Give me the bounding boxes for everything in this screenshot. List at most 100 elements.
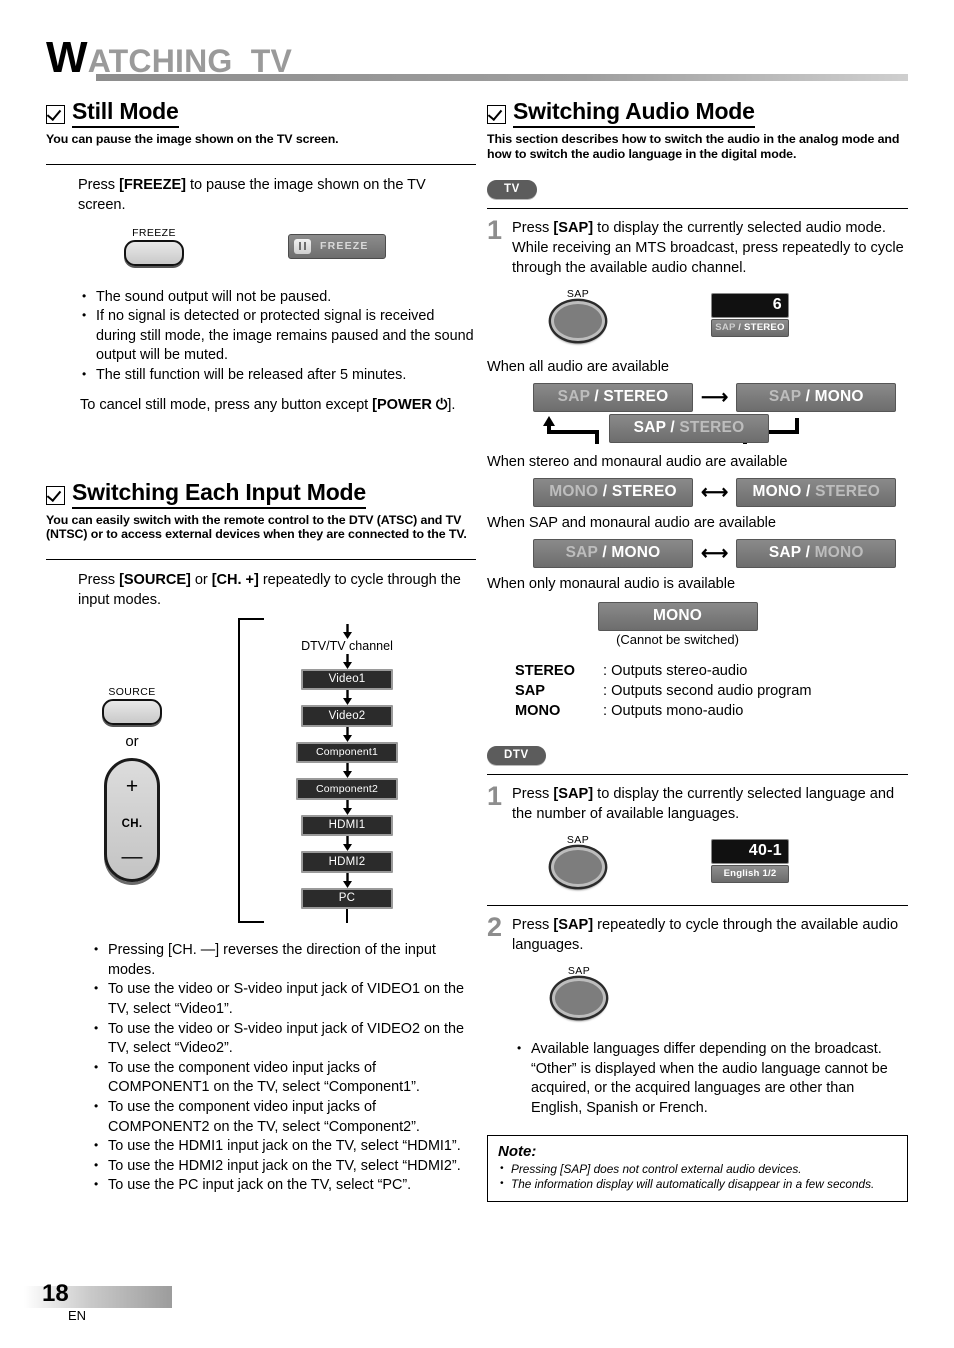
list-item: To use the PC input jack on the TV, sele…: [92, 1175, 476, 1196]
chip-sap-stereo: SAP / STEREO: [533, 383, 693, 413]
osd-channel-badge: 6 SAP / STEREO: [711, 292, 789, 337]
divider: [487, 208, 908, 210]
input-mode-flow-diagram: DTV/TV channel Video1 Video2 Component1 …: [238, 617, 432, 924]
osd-freeze-label: FREEZE: [320, 240, 369, 253]
tag-tv: TV: [487, 180, 537, 200]
freeze-key-label: [FREEZE]: [119, 176, 186, 193]
list-item: To use the component video input jacks o…: [92, 1097, 476, 1137]
sap-button-caption: SAP: [566, 288, 590, 301]
left-column: Still Mode You can pause the image shown…: [46, 98, 476, 1196]
flow-item-video1: Video1: [301, 668, 393, 691]
or-label: or: [125, 732, 139, 750]
tag-dtv: DTV: [487, 746, 546, 766]
cycle-all-audio: SAP / STEREO ⟶ SAP / MONO SAP / STEREO: [487, 383, 908, 448]
chip-sap-mono-b: SAP / MONO: [736, 539, 897, 569]
channel-down-icon[interactable]: —: [122, 846, 143, 867]
osd-dtv-channel: 40-1: [711, 838, 789, 864]
list-item: The information display will automatical…: [498, 1176, 897, 1192]
still-bullet-list: The sound output will not be paused. If …: [80, 287, 476, 386]
source-button-caption: SOURCE: [108, 685, 156, 698]
sap-illustration-dtv: SAP 40-1 English 1/2: [487, 834, 908, 888]
caption-all-audio: When all audio are available: [487, 359, 669, 376]
source-button-shape[interactable]: [102, 698, 162, 725]
language-code: EN: [68, 1308, 87, 1323]
list-item: To use the video or S-video input jack o…: [92, 1019, 476, 1059]
flow-arrow: [262, 799, 432, 815]
page-number: 18: [42, 1280, 69, 1307]
chip-mono-stereo-b: MONO / STEREO: [736, 478, 897, 508]
audio-mode-legend: STEREO : Outputs stereo-audio SAP : Outp…: [487, 661, 908, 721]
osd-dtv-badge: 40-1 English 1/2: [711, 838, 789, 883]
ch-plus-key-label: [CH. +]: [211, 571, 259, 588]
cycle-stereo-mono: MONO / STEREO ⟷ MONO / STEREO: [487, 478, 908, 508]
section-still-mode-heading: Still Mode: [46, 98, 476, 128]
chip-sap-mono-a: SAP / MONO: [533, 539, 693, 569]
divider: [46, 558, 476, 560]
chip-sap-mono: SAP / MONO: [736, 383, 897, 413]
legend-value: : Outputs second audio program: [603, 683, 812, 700]
section-title: Switching Each Input Mode: [72, 479, 366, 509]
flow-item-component2: Component2: [296, 778, 398, 800]
pause-icon: [294, 238, 311, 254]
running-head: WATCHING TV: [46, 36, 908, 84]
flow-arrow: [262, 872, 432, 888]
tv-step-1: 1 Press [SAP] to display the currently s…: [487, 217, 908, 278]
flow-loop: DTV/TV channel Video1 Video2 Component1 …: [238, 617, 432, 924]
header-rule: [96, 74, 908, 81]
input-instruction: Press [SOURCE] or [CH. +] repeatedly to …: [78, 571, 461, 608]
sap-key-label: [SAP]: [553, 786, 594, 803]
freeze-button-shape[interactable]: [124, 239, 184, 266]
power-icon: ⏻: [431, 396, 448, 413]
step-text: Press [SAP] to display the currently sel…: [512, 786, 895, 823]
sap-key-label: [SAP]: [553, 220, 594, 237]
section-title: Switching Audio Mode: [513, 98, 755, 128]
right-column: Switching Audio Mode This section descri…: [487, 98, 908, 1202]
list-item: Pressing [CH. —] reverses the direction …: [92, 940, 476, 980]
step-text: Press [SAP] repeatedly to cycle through …: [512, 917, 899, 954]
sap-illustration-dtv-2: SAP: [487, 965, 908, 1019]
remote-freeze-button[interactable]: FREEZE: [124, 227, 184, 266]
chip-mono-stereo-a: MONO / STEREO: [533, 478, 693, 508]
sap-illustration-tv: SAP 6 SAP / STEREO: [487, 288, 908, 342]
sap-button-shape[interactable]: [551, 847, 605, 888]
flow-item-hdmi2: HDMI2: [301, 851, 393, 873]
remote-channel-pad[interactable]: + CH. —: [104, 757, 160, 882]
osd-audio-mode: SAP / STEREO: [711, 319, 789, 337]
note-list: Pressing [SAP] does not control external…: [498, 1161, 897, 1192]
caption-mono-only: When only monaural audio is available: [487, 576, 736, 593]
remote-sap-button[interactable]: SAP: [551, 965, 607, 1019]
divider: [46, 163, 476, 165]
remote-source-button[interactable]: SOURCE: [102, 686, 162, 725]
list-item: To use the HDMI2 input jack on the TV, s…: [92, 1156, 476, 1177]
source-key-label: [SOURCE]: [119, 571, 191, 588]
divider: [487, 905, 908, 907]
note-box: Note: Pressing [SAP] does not control ex…: [487, 1134, 908, 1202]
dtv-step-2: 2 Press [SAP] repeatedly to cycle throug…: [487, 914, 908, 955]
sap-key-label: [SAP]: [553, 917, 594, 934]
remote-sap-button[interactable]: SAP: [551, 288, 605, 342]
list-item: To use the video or S-video input jack o…: [92, 979, 476, 1019]
chip-sap-stereo-active: SAP / STEREO: [609, 414, 769, 444]
input-bullet-list: Pressing [CH. —] reverses the direction …: [92, 940, 476, 1196]
flow-item-video2: Video2: [301, 705, 393, 727]
page-footer: 18 EN: [24, 1280, 224, 1326]
list-item: To use the HDMI1 input jack on the TV, s…: [92, 1136, 476, 1157]
osd-dtv-language: English 1/2: [711, 865, 789, 883]
flow-loop-line: [238, 617, 264, 924]
section-subtitle: You can pause the image shown on the TV …: [46, 132, 339, 146]
channel-pad-label: CH.: [121, 817, 143, 830]
section-audio-mode-heading: Switching Audio Mode: [487, 98, 908, 128]
flow-item-component1: Component1: [296, 741, 398, 764]
flow-arrow: [262, 763, 432, 779]
freeze-illustration: FREEZE FREEZE: [46, 227, 476, 266]
remote-sap-button[interactable]: SAP: [551, 834, 605, 888]
still-instruction: Press [FREEZE] to pause the image shown …: [78, 176, 426, 213]
flow-item-hdmi1: HDMI1: [301, 814, 393, 837]
caption-stereo-mono: When stereo and monaural audio are avail…: [487, 454, 788, 471]
sap-button-shape[interactable]: [552, 978, 606, 1019]
arrow-both-icon: ⟷: [701, 481, 729, 503]
channel-up-icon[interactable]: +: [126, 776, 138, 797]
mono-cannot-switch-note: (Cannot be switched): [616, 632, 739, 648]
list-item: The sound output will not be paused.: [80, 287, 476, 308]
sap-button-shape[interactable]: [551, 301, 605, 342]
